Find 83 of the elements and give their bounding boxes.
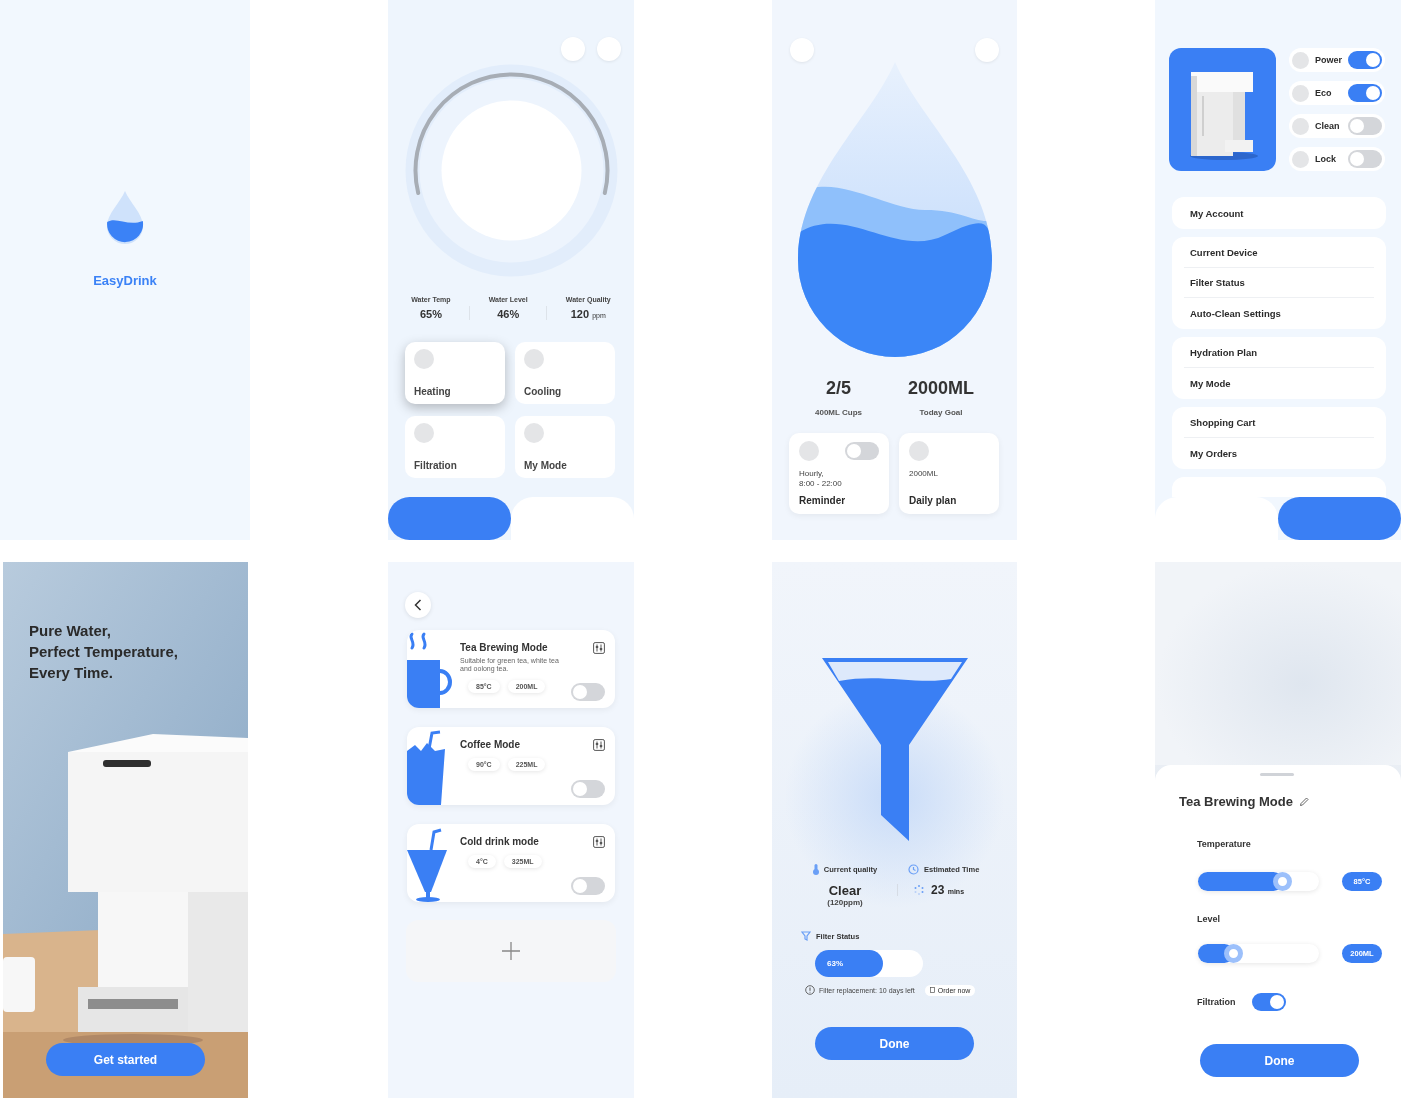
menu-item[interactable]: Current Device <box>1184 238 1374 268</box>
placeholder-icon <box>799 441 819 461</box>
plan-card[interactable]: Hourly, 8:00 - 22:00 Reminder <box>789 433 889 514</box>
plan-card[interactable]: 2000ML Daily plan <box>899 433 999 514</box>
done-button[interactable]: Done <box>815 1027 974 1060</box>
placeholder-icon <box>524 423 544 443</box>
get-started-button[interactable]: Get started <box>46 1043 205 1076</box>
switch-label: Clean <box>1315 121 1341 131</box>
menu-item[interactable]: My Orders <box>1184 438 1374 468</box>
toggle-switch[interactable] <box>1251 993 1286 1011</box>
plus-icon <box>501 941 521 961</box>
chevron-left-icon <box>414 599 422 611</box>
loading-icon <box>914 885 924 895</box>
mode-title: Cold drink mode <box>460 836 539 848</box>
toggle-switch[interactable] <box>1348 51 1382 69</box>
slider-handle[interactable] <box>1224 944 1244 963</box>
progress-reading: 63% <box>827 959 843 968</box>
mode-tile[interactable]: My Mode <box>515 416 615 478</box>
toggle-switch[interactable] <box>571 683 605 701</box>
stat-value: 2000ML <box>907 378 974 399</box>
menu-item[interactable]: Shopping Cart <box>1184 408 1374 438</box>
mode-title: Tea Brewing Mode <box>460 642 548 654</box>
mug-icon <box>407 630 453 708</box>
slider-label: Temperature <box>1197 839 1251 850</box>
slider[interactable] <box>1198 944 1319 963</box>
toggle-switch[interactable] <box>845 442 879 460</box>
nav-tab[interactable] <box>388 497 511 540</box>
adjust-icon[interactable] <box>593 739 605 751</box>
sheet-title: Tea Brewing Mode <box>1179 794 1293 809</box>
placeholder-icon <box>1292 117 1309 135</box>
clock-icon <box>908 863 919 875</box>
filtration-label: Filtration <box>1197 996 1236 1008</box>
app-name: EasyDrink <box>93 273 157 288</box>
card-title: Daily plan <box>909 495 958 506</box>
headline: Pure Water, Perfect Temperature, Every Time. <box>29 621 179 683</box>
card-detail: 2000ML <box>909 469 939 479</box>
adjust-icon[interactable] <box>593 836 605 848</box>
placeholder-icon <box>524 349 544 369</box>
switch-label: Eco <box>1315 88 1333 98</box>
water-drop-logo <box>106 190 144 245</box>
document-icon <box>929 987 935 993</box>
switch-label: Lock <box>1315 154 1337 164</box>
stat-value: 46% <box>497 308 520 320</box>
back-button[interactable] <box>405 592 431 618</box>
menu-item[interactable]: Filter Status <box>1184 268 1374 298</box>
switch-label: Power <box>1315 55 1342 65</box>
placeholder-icon <box>1292 84 1309 102</box>
placeholder-icon <box>1292 150 1309 168</box>
mode-tile[interactable]: Cooling <box>515 342 615 404</box>
mode-tile[interactable]: Filtration <box>405 416 505 478</box>
stat-value: 65% <box>419 308 442 320</box>
quality-value: Clear <box>828 883 862 898</box>
nav-tab[interactable] <box>1278 497 1401 540</box>
menu-item[interactable]: My Mode <box>1184 368 1374 398</box>
menu-item[interactable]: Auto-Clean Settings <box>1184 298 1374 328</box>
stat-value: 2/5 <box>825 378 851 399</box>
info-icon <box>805 985 815 995</box>
stat-label: Today Goal <box>919 408 963 417</box>
menu-item[interactable]: Hydration Plan <box>1184 338 1374 368</box>
card-detail: Hourly, 8:00 - 22:00 <box>799 469 843 489</box>
toggle-switch[interactable] <box>571 877 605 895</box>
thermometer-icon <box>812 863 819 875</box>
toggle-switch[interactable] <box>1348 84 1382 102</box>
toggle-switch[interactable] <box>1348 150 1382 168</box>
mode-tile[interactable]: Heating <box>405 342 505 404</box>
adjust-icon[interactable] <box>593 642 605 654</box>
card-title: Reminder <box>799 495 847 506</box>
menu-item[interactable]: My Account <box>1184 198 1374 228</box>
toggle-switch[interactable] <box>571 780 605 798</box>
placeholder-icon <box>909 441 929 461</box>
slider[interactable] <box>1198 872 1319 891</box>
placeholder-icon <box>414 423 434 443</box>
placeholder-icon <box>414 349 434 369</box>
quality-detail: (120ppm) <box>827 898 863 907</box>
mode-title: Coffee Mode <box>460 739 520 751</box>
pencil-icon[interactable] <box>1298 796 1310 807</box>
done-button[interactable]: Done <box>1200 1044 1359 1077</box>
funnel-icon <box>801 931 811 941</box>
slider-label: Level <box>1197 914 1220 925</box>
stat-label: 400ML Cups <box>815 408 862 417</box>
placeholder-icon <box>1292 51 1309 69</box>
drag-handle[interactable] <box>1260 773 1294 776</box>
toggle-switch[interactable] <box>1348 117 1382 135</box>
